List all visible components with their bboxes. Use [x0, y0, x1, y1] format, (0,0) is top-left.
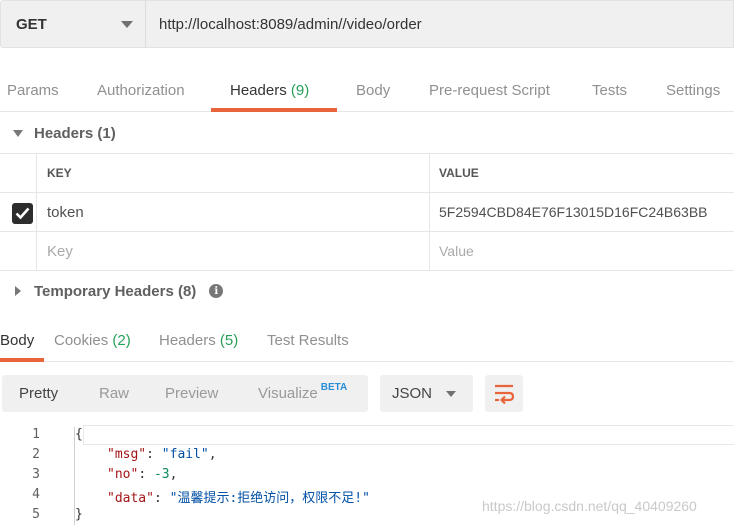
wrap-lines-button[interactable]: [485, 375, 523, 412]
wrap-lines-icon: [495, 384, 515, 404]
tab-params[interactable]: Params: [7, 70, 59, 112]
tab-tests[interactable]: Tests: [592, 70, 627, 112]
code-line: {: [75, 427, 83, 442]
tab-headers[interactable]: Headers (9): [230, 70, 309, 112]
headers-section-toggle[interactable]: Headers (1): [0, 113, 116, 153]
temporary-headers-count: (8): [177, 282, 197, 300]
caret-right-icon: [15, 286, 21, 296]
tab-headers-count: (9): [290, 82, 310, 99]
temporary-headers-title: Temporary Headers: [34, 282, 174, 300]
info-icon[interactable]: i: [209, 284, 224, 298]
tab-test-results[interactable]: Test Results: [267, 320, 349, 362]
new-header-row: Key Value: [0, 232, 734, 271]
tab-response-headers-count: (5): [219, 332, 239, 349]
new-value-field[interactable]: Value: [431, 232, 734, 270]
column-value: VALUE: [439, 166, 479, 180]
tab-authorization[interactable]: Authorization: [97, 70, 185, 112]
headers-section-count: (1): [97, 124, 116, 142]
view-preview-button[interactable]: Preview: [165, 375, 218, 412]
line-number: 5: [32, 507, 40, 522]
code-line: "no": -3,: [107, 467, 178, 482]
line-number: 4: [32, 487, 40, 502]
new-key-field[interactable]: Key: [37, 232, 430, 270]
url-input[interactable]: http://localhost:8089/admin//video/order: [145, 0, 734, 48]
watermark: https://blog.csdn.net/qq_40409260: [482, 498, 697, 514]
header-enabled-checkbox[interactable]: [12, 203, 33, 224]
tab-response-body[interactable]: Body: [0, 320, 34, 362]
tab-cookies-count: (2): [112, 332, 131, 349]
active-tab-indicator: [211, 108, 337, 112]
headers-table-header: KEY VALUE: [0, 154, 734, 193]
method-select[interactable]: GET: [0, 0, 145, 48]
caret-down-icon: [13, 129, 23, 137]
headers-table: KEY VALUE token 5F2594CBD84E76F13015D16F…: [0, 153, 734, 271]
tab-settings[interactable]: Settings: [666, 70, 720, 112]
line-number: 3: [32, 467, 40, 482]
response-tabs: Body Cookies (2) Headers (5) Test Result…: [0, 320, 734, 362]
header-value-field[interactable]: 5F2594CBD84E76F13015D16FC24B63BB: [431, 193, 734, 231]
line-number: 2: [32, 447, 40, 462]
view-visualize-button[interactable]: Visualize BETA: [258, 375, 347, 412]
chevron-down-icon: [446, 391, 456, 397]
checkmark-icon: [15, 207, 30, 220]
code-line: }: [75, 507, 83, 522]
view-pretty-button[interactable]: Pretty: [19, 375, 58, 412]
current-line-highlight: [83, 425, 734, 445]
tab-response-headers[interactable]: Headers (5): [159, 320, 238, 362]
headers-section-title: Headers: [34, 124, 94, 142]
format-select[interactable]: JSON: [380, 375, 473, 412]
beta-badge: BETA: [320, 382, 348, 393]
method-label: GET: [16, 15, 47, 33]
active-response-tab-indicator: [0, 358, 44, 362]
code-line: "data": "温馨提示:拒绝访问，权限不足!": [107, 491, 370, 506]
chevron-down-icon: [121, 21, 133, 28]
tab-cookies[interactable]: Cookies (2): [54, 320, 131, 362]
view-mode-group: Pretty Raw Preview Visualize BETA: [2, 375, 368, 412]
header-key-field[interactable]: token: [37, 193, 430, 231]
format-label: JSON: [392, 385, 433, 402]
code-line: "msg": "fail",: [107, 447, 217, 462]
column-key: KEY: [37, 154, 430, 192]
request-bar: GET http://localhost:8089/admin//video/o…: [0, 0, 734, 48]
line-number: 1: [32, 427, 40, 442]
tab-pre-request-script[interactable]: Pre-request Script: [429, 70, 550, 112]
table-row: token 5F2594CBD84E76F13015D16FC24B63BB: [0, 193, 734, 232]
view-raw-button[interactable]: Raw: [99, 375, 129, 412]
temporary-headers-toggle[interactable]: Temporary Headers (8) i: [0, 271, 224, 311]
request-tabs: Params Authorization Headers (9) Body Pr…: [0, 70, 734, 112]
tab-body[interactable]: Body: [356, 70, 390, 112]
